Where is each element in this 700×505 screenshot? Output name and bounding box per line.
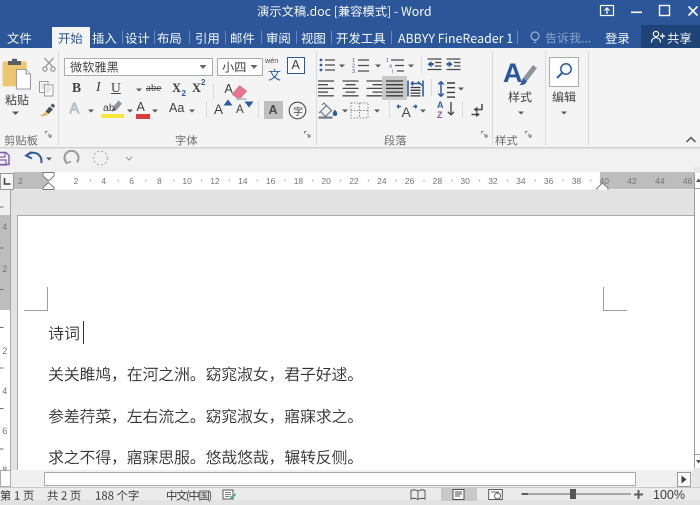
- svg-text:Z: Z: [437, 110, 443, 119]
- svg-text:3: 3: [352, 69, 355, 73]
- svg-text:A: A: [437, 100, 444, 110]
- svg-text:A: A: [402, 104, 412, 119]
- svg-text:i: i: [392, 69, 393, 73]
- svg-text:A: A: [503, 58, 523, 88]
